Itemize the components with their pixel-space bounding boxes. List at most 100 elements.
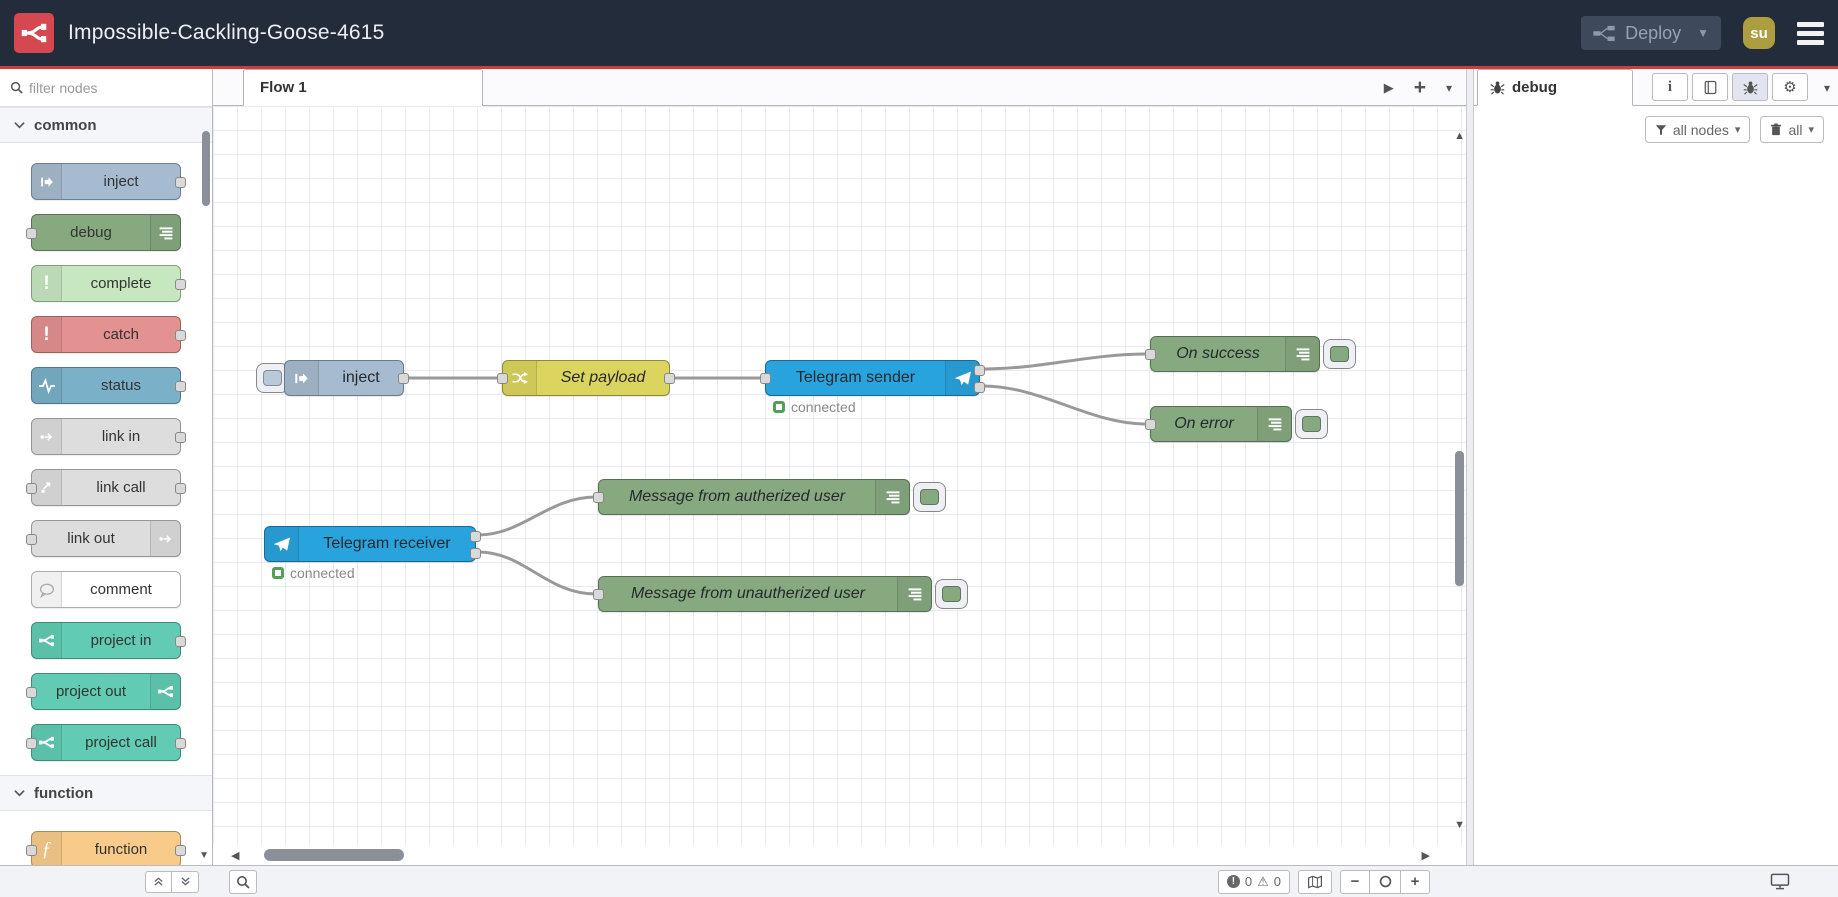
input-port[interactable]: [497, 373, 508, 384]
scroll-left-icon[interactable]: ◀: [231, 849, 239, 862]
output-port[interactable]: [175, 483, 186, 494]
palette-search-input[interactable]: [29, 79, 179, 96]
palette-node-link-call[interactable]: link call: [26, 469, 186, 506]
exclamation-icon: !: [32, 317, 62, 352]
wire[interactable]: [477, 550, 597, 596]
add-flow-button[interactable]: +: [1414, 76, 1426, 100]
deploy-caret-icon[interactable]: ▼: [1697, 26, 1709, 40]
flow-node-inject[interactable]: inject: [284, 360, 409, 396]
user-avatar[interactable]: su: [1743, 17, 1775, 49]
horizontal-scrollbar-thumb[interactable]: [264, 849, 404, 861]
palette-node-link-out[interactable]: link out: [26, 520, 181, 557]
palette-category-common[interactable]: common: [0, 107, 212, 143]
wire[interactable]: [981, 384, 1148, 426]
input-port[interactable]: [26, 845, 37, 856]
palette-search[interactable]: [0, 69, 212, 107]
flow-node-msg-unauthorized[interactable]: Message from unautherized user: [593, 576, 932, 612]
zoom-reset-button[interactable]: [1370, 869, 1400, 894]
debug-toggle-button[interactable]: [1323, 339, 1356, 369]
palette-node-debug[interactable]: debug: [26, 214, 181, 251]
output-port[interactable]: [175, 845, 186, 856]
palette-node-project-out[interactable]: project out: [26, 673, 181, 710]
input-port[interactable]: [1145, 349, 1156, 360]
palette-node-status[interactable]: status: [31, 367, 186, 404]
expand-categories-button[interactable]: [172, 870, 199, 893]
input-port[interactable]: [1145, 419, 1156, 430]
palette-scroll-down-icon[interactable]: ▼: [199, 850, 209, 861]
input-port[interactable]: [593, 492, 604, 503]
zoom-out-button[interactable]: −: [1340, 869, 1370, 894]
flow-node-telegram-sender[interactable]: Telegram sender: [760, 360, 985, 396]
output-port-1[interactable]: [974, 365, 985, 376]
input-port[interactable]: [26, 228, 37, 239]
input-port[interactable]: [593, 589, 604, 600]
input-port[interactable]: [760, 373, 771, 384]
scroll-tabs-icon[interactable]: ▶: [1384, 80, 1394, 96]
deploy-button[interactable]: Deploy ▼: [1581, 16, 1721, 50]
output-port[interactable]: [175, 279, 186, 290]
main-menu-icon[interactable]: [1797, 21, 1824, 45]
scroll-up-icon[interactable]: ▲: [1454, 130, 1465, 142]
sidebar-menu-caret-icon[interactable]: ▾: [1824, 81, 1830, 95]
monitor-icon[interactable]: [1770, 873, 1790, 890]
flow-node-on-error[interactable]: On error: [1145, 406, 1292, 442]
scroll-right-icon[interactable]: ▶: [1422, 849, 1430, 862]
output-port[interactable]: [175, 738, 186, 749]
status-text: connected: [290, 565, 355, 581]
flow-node-telegram-receiver[interactable]: Telegram receiver: [264, 526, 481, 562]
palette-node-function[interactable]: ƒ function: [26, 831, 186, 865]
output-port[interactable]: [398, 373, 409, 384]
info-tab-button[interactable]: i: [1652, 73, 1688, 101]
output-port[interactable]: [175, 177, 186, 188]
output-port[interactable]: [664, 373, 675, 384]
flow-list-caret-icon[interactable]: ▾: [1446, 81, 1452, 95]
workspace-search-button[interactable]: [229, 869, 257, 894]
notification-counts[interactable]: ! 0 ⚠ 0: [1217, 869, 1290, 894]
chevron-down-icon: ▾: [1808, 124, 1814, 136]
debug-toggle-button[interactable]: [1295, 409, 1328, 439]
debug-toggle-button[interactable]: [935, 579, 968, 609]
output-port[interactable]: [175, 432, 186, 443]
input-port[interactable]: [26, 738, 37, 749]
wire[interactable]: [477, 495, 597, 537]
palette-node-project-in[interactable]: project in: [31, 622, 186, 659]
output-port-2[interactable]: [470, 548, 481, 559]
sidebar-splitter[interactable]: [1466, 69, 1474, 865]
config-tab-button[interactable]: ⚙: [1772, 73, 1808, 101]
input-port[interactable]: [26, 534, 37, 545]
palette-node-complete[interactable]: ! complete: [31, 265, 186, 302]
navigator-button[interactable]: [1298, 869, 1332, 894]
output-port-1[interactable]: [470, 531, 481, 542]
debug-clear-button[interactable]: all ▾: [1760, 116, 1824, 143]
flow-canvas[interactable]: inject Set payload Telegram sender conne…: [213, 106, 1466, 845]
palette-node-link-in[interactable]: link in: [31, 418, 186, 455]
palette-scrollbar-thumb[interactable]: [202, 131, 210, 206]
collapse-categories-button[interactable]: [145, 870, 172, 893]
help-tab-button[interactable]: [1692, 73, 1728, 101]
debug-toggle-button[interactable]: [913, 482, 946, 512]
tab-flow1[interactable]: Flow 1: [243, 69, 483, 106]
flow-node-on-success[interactable]: On success: [1145, 336, 1320, 372]
vertical-scrollbar-thumb[interactable]: [1455, 451, 1464, 586]
output-port[interactable]: [175, 381, 186, 392]
output-port[interactable]: [175, 636, 186, 647]
zoom-in-button[interactable]: +: [1400, 869, 1430, 894]
input-port[interactable]: [26, 483, 37, 494]
output-port-2[interactable]: [974, 382, 985, 393]
palette-node-project-call[interactable]: project call: [26, 724, 186, 761]
flow-node-set-payload[interactable]: Set payload: [497, 360, 675, 396]
horizontal-scrollbar[interactable]: ◀ ▶: [213, 845, 1466, 865]
input-port[interactable]: [26, 687, 37, 698]
flow-node-msg-authorized[interactable]: Message from autherized user: [593, 479, 910, 515]
node-label: status: [100, 377, 142, 394]
output-port[interactable]: [175, 330, 186, 341]
scroll-down-icon[interactable]: ▼: [1454, 819, 1465, 831]
debug-filter-button[interactable]: all nodes ▾: [1644, 116, 1751, 143]
tab-debug[interactable]: debug: [1477, 69, 1633, 106]
palette-node-catch[interactable]: ! catch: [31, 316, 186, 353]
wire[interactable]: [981, 352, 1148, 371]
debug-tab-button[interactable]: [1732, 73, 1768, 101]
palette-node-comment[interactable]: comment: [31, 571, 181, 608]
palette-node-inject[interactable]: inject: [31, 163, 186, 200]
palette-category-function[interactable]: function: [0, 775, 212, 811]
